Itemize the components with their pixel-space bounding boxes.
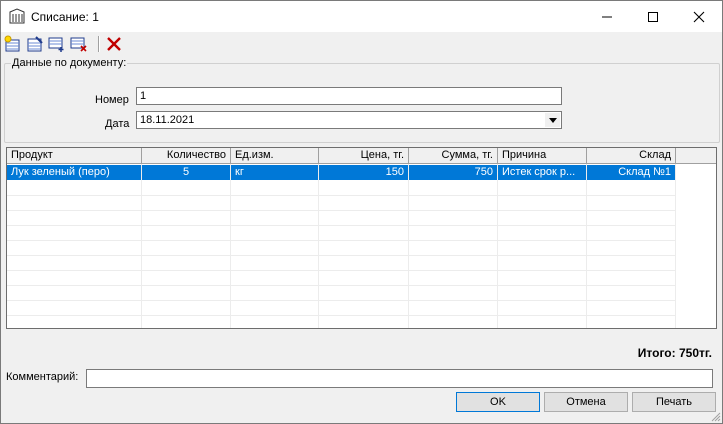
comment-field[interactable]: [86, 369, 713, 388]
maximize-button[interactable]: [630, 1, 676, 32]
number-field[interactable]: 1: [136, 87, 562, 105]
grid-row-line: [7, 255, 676, 256]
group-legend: Данные по документу:: [11, 57, 128, 69]
cell-warehouse[interactable]: Склад №1: [587, 165, 676, 180]
grid-row-line: [7, 285, 676, 286]
cell-product[interactable]: Лук зеленый (перо): [7, 165, 142, 180]
column-header-product[interactable]: Продукт: [7, 148, 142, 164]
toolbar: [1, 32, 722, 56]
cell-reason[interactable]: Истек срок р...: [498, 165, 587, 180]
close-icon: [693, 11, 705, 22]
grid-row-line: [7, 225, 676, 226]
table-row[interactable]: Лук зеленый (перо) 5 кг 150 750 Истек ср…: [7, 165, 676, 180]
grid-column-line: [141, 164, 142, 328]
cancel-button[interactable]: Отмена: [544, 392, 628, 412]
new-document-icon[interactable]: [4, 35, 22, 53]
title-bar[interactable]: Списание: 1: [1, 1, 722, 32]
date-dropdown-button[interactable]: [545, 113, 560, 127]
grid-column-line: [318, 164, 319, 328]
date-label: Дата: [105, 118, 130, 130]
grid-column-line: [586, 164, 587, 328]
delete-icon[interactable]: [105, 35, 123, 53]
chevron-down-icon: [548, 117, 557, 123]
grid-column-line: [230, 164, 231, 328]
toolbar-separator: [98, 36, 100, 52]
window-title: Списание: 1: [31, 10, 99, 24]
building-icon: [9, 8, 25, 24]
add-row-icon[interactable]: [48, 35, 66, 53]
column-header-sum[interactable]: Сумма, тг.: [409, 148, 498, 164]
minimize-button[interactable]: [584, 1, 630, 32]
dialog-window: Списание: 1 Данные по документу: Номер 1…: [0, 0, 723, 424]
grid-row-line: [7, 240, 676, 241]
column-header-reason[interactable]: Причина: [498, 148, 587, 164]
resize-grip-icon[interactable]: [711, 412, 721, 422]
grid-row-line: [7, 300, 676, 301]
grid-column-line: [675, 164, 676, 328]
date-combobox[interactable]: 18.11.2021: [136, 111, 562, 129]
column-header-quantity[interactable]: Количество: [142, 148, 231, 164]
total-label: Итого: 750тг.: [637, 346, 712, 360]
cell-unit[interactable]: кг: [231, 165, 319, 180]
column-header-warehouse[interactable]: Склад: [587, 148, 676, 164]
grid-row-line: [7, 315, 676, 316]
ok-button[interactable]: OK: [456, 392, 540, 412]
minimize-icon: [602, 16, 612, 17]
close-button[interactable]: [676, 1, 722, 32]
column-header-price[interactable]: Цена, тг.: [319, 148, 409, 164]
column-header-filler: [676, 148, 716, 164]
cell-quantity[interactable]: 5: [142, 165, 231, 180]
comment-label: Комментарий:: [6, 371, 79, 383]
date-value: 18.11.2021: [140, 114, 195, 126]
column-header-unit[interactable]: Ед.изм.: [231, 148, 319, 164]
grid-row-line: [7, 195, 676, 196]
grid-column-line: [408, 164, 409, 328]
grid-row-line: [7, 210, 676, 211]
grid-row-line: [7, 270, 676, 271]
grid-column-line: [497, 164, 498, 328]
maximize-icon: [648, 11, 658, 22]
edit-document-icon[interactable]: [26, 35, 44, 53]
print-button[interactable]: Печать: [632, 392, 716, 412]
delete-row-icon[interactable]: [70, 35, 88, 53]
cell-price[interactable]: 150: [319, 165, 409, 180]
cell-sum[interactable]: 750: [409, 165, 498, 180]
items-grid[interactable]: Продукт Количество Ед.изм. Цена, тг. Сум…: [6, 147, 717, 329]
number-label: Номер: [95, 94, 129, 106]
